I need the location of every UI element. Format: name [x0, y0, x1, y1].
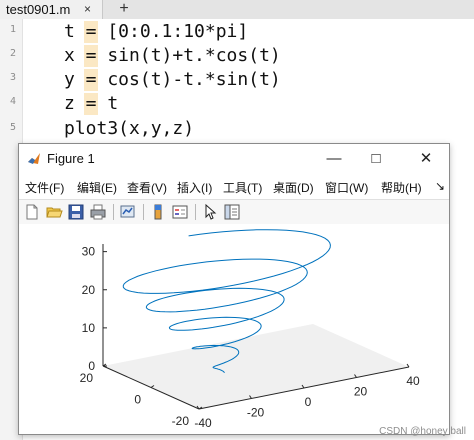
axes-3d[interactable]: 0102030-20020-40-2002040: [19, 201, 449, 434]
z-tick-label: 30: [82, 245, 96, 259]
file-tab-label: test0901.m: [6, 2, 71, 17]
figure-toolbar: [19, 199, 449, 225]
toolbar-separator: [143, 204, 144, 220]
line-number: 3: [9, 72, 16, 83]
z-tick-label: 10: [82, 321, 96, 335]
x-tick-label: 40: [406, 374, 420, 388]
y-tick-label: 20: [80, 371, 94, 385]
x-tick-label: 20: [354, 385, 368, 399]
new-tab-button[interactable]: +: [110, 0, 138, 19]
link-plot-icon[interactable]: [119, 203, 137, 221]
menu-help[interactable]: 帮助(H): [381, 179, 422, 196]
close-button[interactable]: ✕: [413, 148, 439, 170]
open-file-icon[interactable]: [45, 203, 63, 221]
axes-background: [101, 201, 411, 288]
editor-tab-bar: test0901.m × +: [0, 0, 474, 20]
menu-insert[interactable]: 插入(I): [177, 179, 212, 196]
menu-file[interactable]: 文件(F): [25, 179, 64, 196]
z-tick-label: 20: [82, 283, 96, 297]
toolbar-separator: [195, 204, 196, 220]
code-line[interactable]: t = [0:0.1:10*pi]: [64, 20, 248, 44]
legend-icon[interactable]: [171, 203, 189, 221]
line-number: 4: [9, 96, 16, 107]
line-number: 1: [9, 24, 16, 35]
code-line[interactable]: y = cos(t)-t.*sin(t): [64, 68, 281, 92]
matlab-logo-icon: [28, 153, 40, 164]
close-tab-icon[interactable]: ×: [84, 0, 91, 19]
line-number: 5: [9, 122, 16, 133]
figure-menu-bar: 文件(F) 编辑(E) 查看(V) 插入(I) 工具(T) 桌面(D) 窗口(W…: [19, 177, 449, 197]
colorbar-icon[interactable]: [149, 203, 167, 221]
menu-view[interactable]: 查看(V): [127, 179, 167, 196]
menu-edit[interactable]: 编辑(E): [77, 179, 117, 196]
figure-title: Figure 1: [47, 151, 95, 166]
y-tick-label: 0: [134, 393, 141, 407]
menu-desktop[interactable]: 桌面(D): [273, 179, 314, 196]
y-tick-label: -20: [172, 414, 190, 428]
code-line[interactable]: x = sin(t)+t.*cos(t): [64, 44, 281, 68]
x-tick-label: 0: [305, 395, 312, 409]
toolbar-separator: [113, 204, 114, 220]
line-number: 2: [9, 48, 16, 59]
maximize-button[interactable]: □: [363, 148, 389, 170]
plot-area[interactable]: 0 10 20 30 -20 0 20 -40 -20 0 20 40: [19, 201, 449, 434]
file-tab[interactable]: test0901.m ×: [0, 0, 103, 19]
menu-tools[interactable]: 工具(T): [223, 179, 262, 196]
figure-window[interactable]: Figure 1 — □ ✕ 文件(F) 编辑(E) 查看(V) 插入(I) 工…: [18, 143, 450, 435]
print-icon[interactable]: [89, 203, 107, 221]
property-inspector-icon[interactable]: [223, 203, 241, 221]
save-icon[interactable]: [67, 203, 85, 221]
code-line[interactable]: z = t: [64, 92, 118, 116]
code-line[interactable]: plot3(x,y,z): [64, 117, 194, 141]
menu-overflow-icon[interactable]: ↘: [435, 179, 445, 193]
menu-window[interactable]: 窗口(W): [325, 179, 368, 196]
pointer-icon[interactable]: [201, 203, 219, 221]
new-figure-icon[interactable]: [23, 203, 41, 221]
x-tick-label: -40: [194, 416, 212, 430]
figure-title-bar[interactable]: Figure 1 — □ ✕: [19, 144, 449, 174]
x-tick-label: -20: [247, 406, 265, 420]
watermark: CSDN @honey ball: [379, 426, 466, 437]
minimize-button[interactable]: —: [321, 148, 347, 170]
